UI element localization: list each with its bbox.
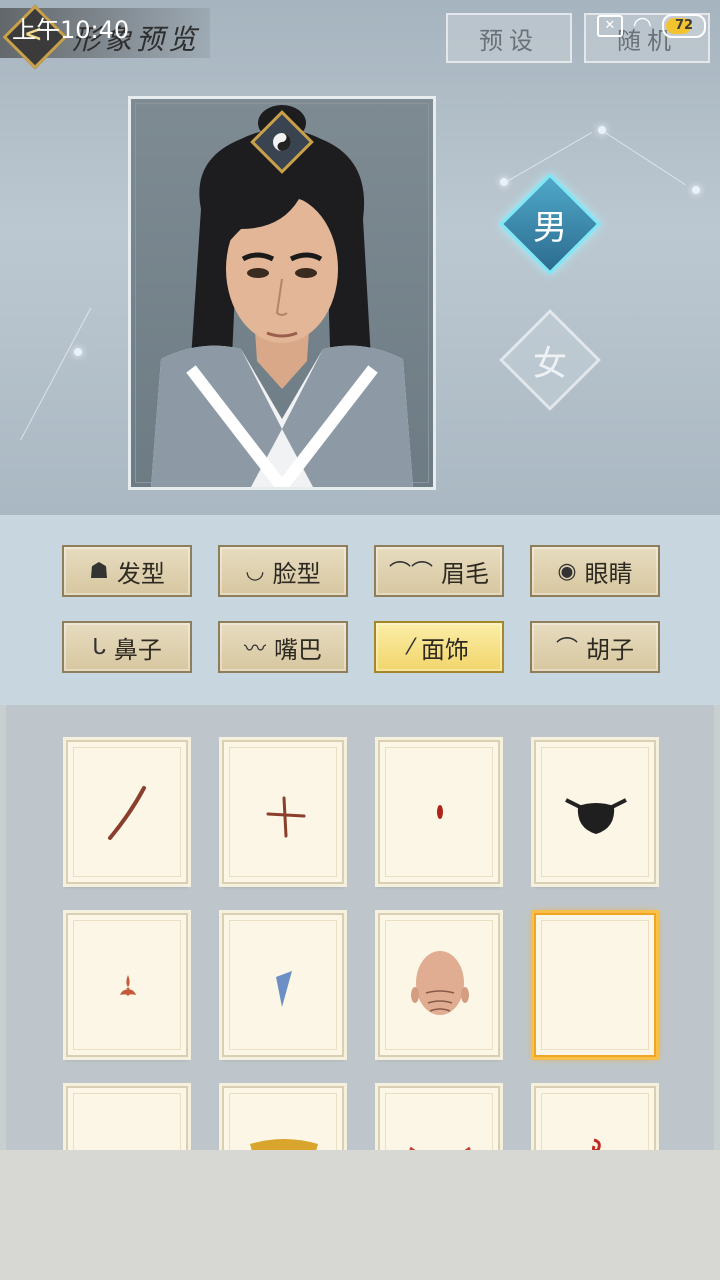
item-grid[interactable] xyxy=(6,705,714,1150)
constellation-star xyxy=(598,126,606,134)
red-swirl-icon xyxy=(592,1138,601,1150)
tab-label: 眉毛 xyxy=(441,559,489,588)
tab-nose[interactable]: ᒐ 鼻子 xyxy=(62,621,192,673)
item-card[interactable] xyxy=(378,1086,500,1150)
gender-female-button[interactable]: 女 xyxy=(499,309,601,411)
tab-hair[interactable]: ☗ 发型 xyxy=(62,545,192,597)
tab-face-shape[interactable]: ◡ 脸型 xyxy=(218,545,348,597)
empty-slot xyxy=(68,1088,186,1150)
item-card[interactable] xyxy=(66,1086,188,1150)
footer-bar xyxy=(0,1150,720,1280)
eyepatch-icon xyxy=(565,798,627,834)
slash-scar-icon xyxy=(108,786,146,840)
constellation-star xyxy=(74,348,82,356)
preset-button[interactable]: 预设 xyxy=(446,13,572,63)
tab-mouth[interactable]: 〰 嘴巴 xyxy=(218,621,348,673)
eye-icon: ◉ xyxy=(557,558,577,584)
character-portrait xyxy=(128,96,436,490)
wifi-icon: ◠ xyxy=(632,13,652,38)
hair-icon: ☗ xyxy=(89,558,109,584)
constellation-line xyxy=(601,130,686,186)
blue-tear-icon xyxy=(276,971,292,1007)
tab-label: 脸型 xyxy=(272,559,321,588)
face-shape-icon: ◡ xyxy=(245,558,265,584)
battery-level: 72 xyxy=(674,18,694,33)
flame-mark-icon xyxy=(120,975,136,997)
tab-eyebrow[interactable]: ⌒⌒ 眉毛 xyxy=(374,545,504,597)
gold-ornament-icon xyxy=(250,1139,318,1150)
beard-icon: ⌒ xyxy=(555,637,578,662)
face-decoration-icon: ⁄ xyxy=(409,634,413,660)
constellation-star xyxy=(692,186,700,194)
red-dot-icon xyxy=(437,805,443,819)
tab-label: 鼻子 xyxy=(113,635,162,664)
gender-male-label: 男 xyxy=(533,207,567,248)
battery-icon: 72 xyxy=(662,14,706,38)
bald-head-icon xyxy=(411,951,469,1015)
constellation-line xyxy=(20,307,92,441)
no-sim-icon: ✕ xyxy=(596,15,623,37)
gender-female-label: 女 xyxy=(533,343,567,384)
status-time: 上午10:40 xyxy=(12,16,130,44)
item-card[interactable] xyxy=(534,1086,656,1150)
constellation-star xyxy=(500,178,508,186)
tab-label: 嘴巴 xyxy=(274,635,322,664)
tab-face-decoration[interactable]: ⁄ 面饰 xyxy=(374,621,504,673)
item-card[interactable] xyxy=(222,740,344,884)
tab-label: 胡子 xyxy=(586,635,634,664)
gender-male-button[interactable]: 男 xyxy=(499,173,601,275)
item-card[interactable] xyxy=(534,740,656,884)
item-card[interactable] xyxy=(378,913,500,1057)
eyebrow-icon: ⌒⌒ xyxy=(388,561,433,586)
red-horns-icon xyxy=(409,1146,471,1150)
cross-scar-icon xyxy=(266,796,306,838)
item-card[interactable] xyxy=(378,740,500,884)
item-card-selected[interactable] xyxy=(534,913,656,1057)
tab-eyes[interactable]: ◉ 眼睛 xyxy=(530,545,660,597)
tab-label: 面饰 xyxy=(420,635,469,664)
nose-icon: ᒐ xyxy=(92,634,106,660)
item-card[interactable] xyxy=(222,1086,344,1150)
tab-label: 发型 xyxy=(116,559,165,588)
item-card[interactable] xyxy=(66,740,188,884)
status-icons: ✕ ◠ 72 xyxy=(596,13,706,38)
mouth-icon: 〰 xyxy=(243,637,266,662)
tab-label: 眼睛 xyxy=(584,559,633,588)
preview-scene: < 形象预览 上午10:40 预设 随机 ✕ ◠ 72 男 女 xyxy=(0,0,720,515)
item-card[interactable] xyxy=(222,913,344,1057)
category-panel: ☗ 发型 ◡ 脸型 ⌒⌒ 眉毛 ◉ 眼睛 ᒐ 鼻子 〰 嘴巴 ⁄ 面饰 ⌒ 胡子 xyxy=(0,515,720,705)
tab-beard[interactable]: ⌒ 胡子 xyxy=(530,621,660,673)
empty-slot xyxy=(536,915,654,1055)
item-card[interactable] xyxy=(66,913,188,1057)
